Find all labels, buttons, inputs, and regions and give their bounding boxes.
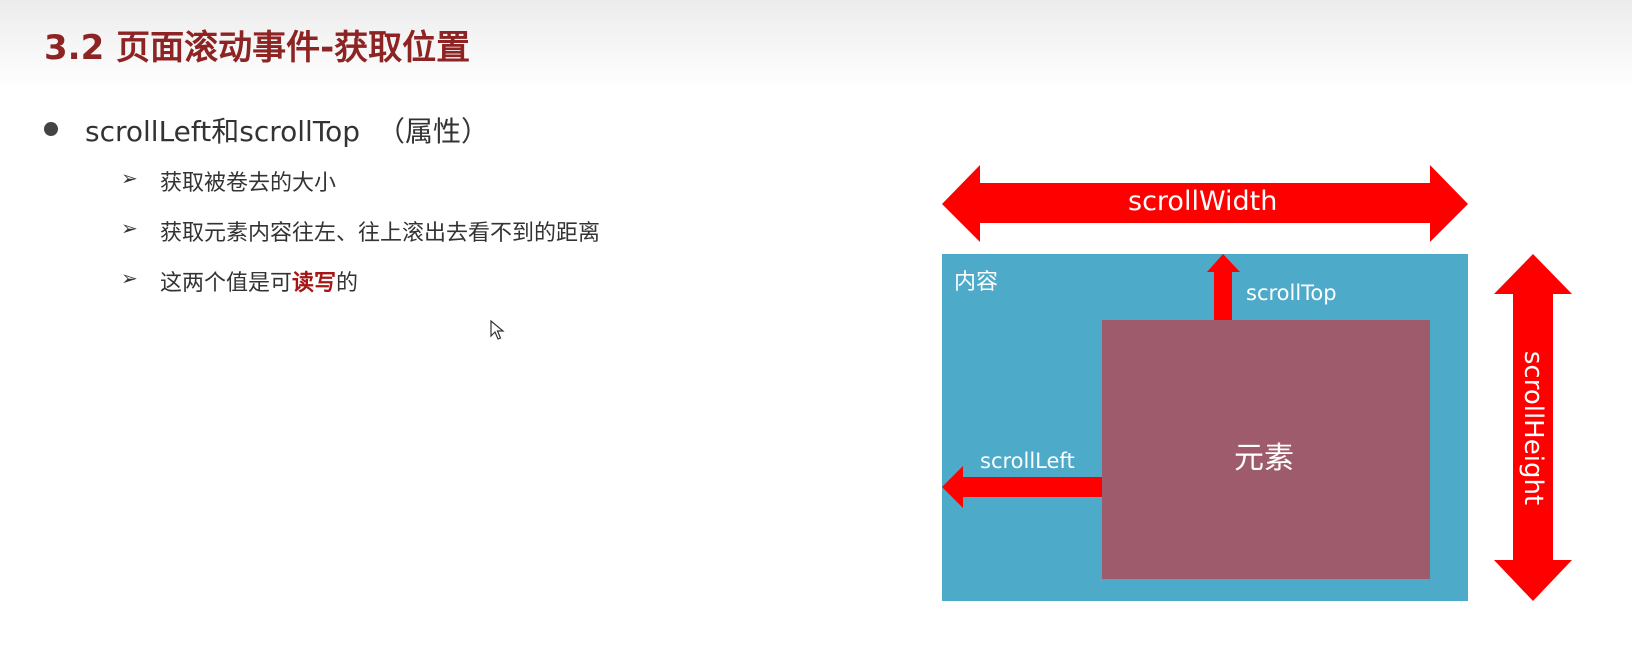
scroll-left-label: scrollLeft: [980, 449, 1075, 473]
scroll-width-label: scrollWidth: [1128, 186, 1278, 217]
element-label: 元素: [1234, 441, 1294, 476]
scroll-diagram: [942, 165, 1572, 601]
content-label: 内容: [954, 270, 999, 295]
scroll-top-label: scrollTop: [1246, 281, 1337, 305]
scroll-height-label: scrollHeight: [1518, 350, 1548, 506]
slide: 3.2 页面滚动事件-获取位置 scrollLeft和scrollTop （属性…: [0, 0, 1632, 657]
